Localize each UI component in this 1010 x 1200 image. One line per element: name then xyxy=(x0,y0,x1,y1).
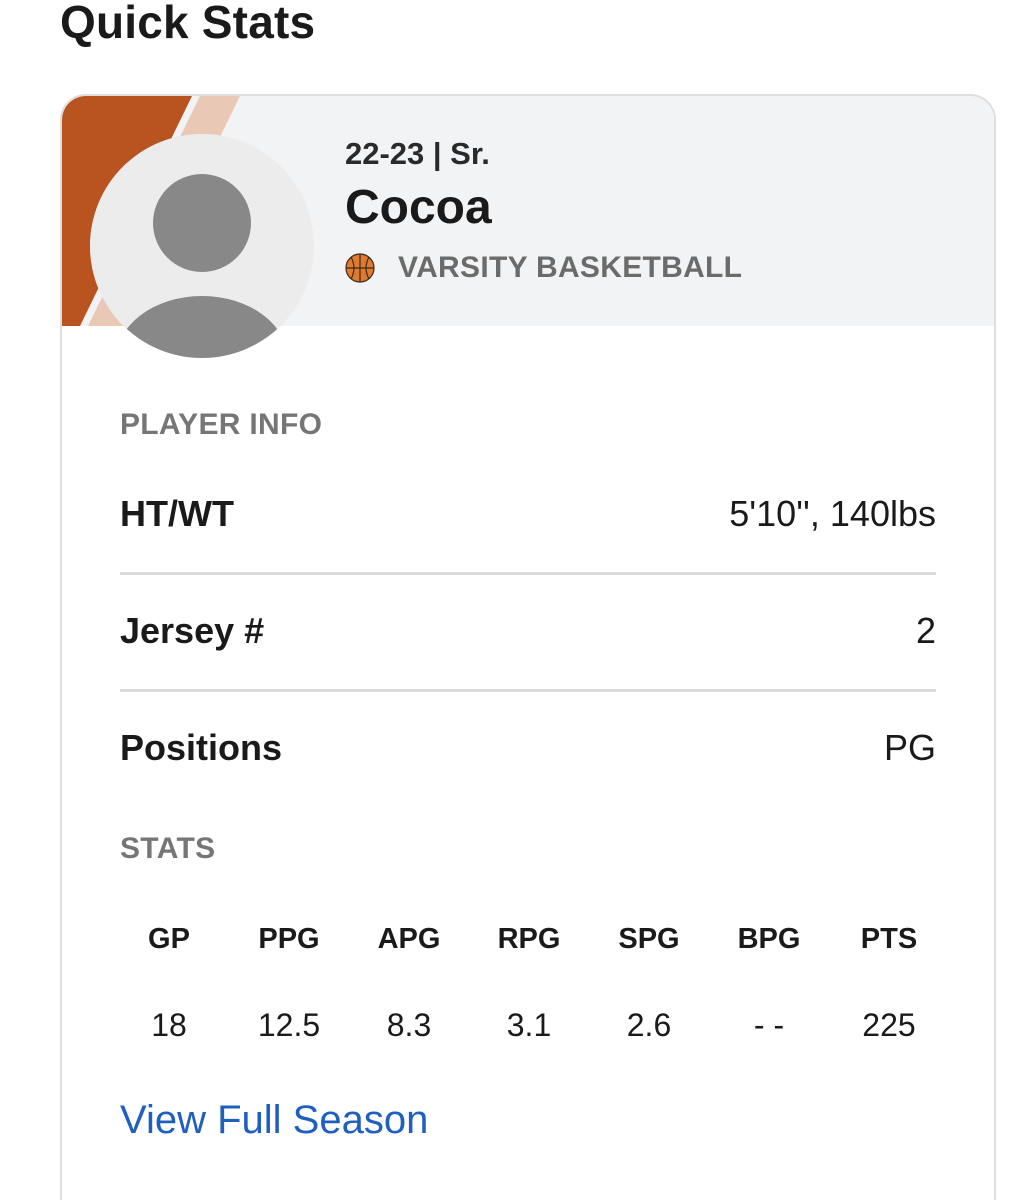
info-value: PG xyxy=(883,727,936,768)
info-key: Jersey # xyxy=(120,610,265,651)
stats-value-pts: 225 xyxy=(862,1007,916,1043)
stats-value-apg: 8.3 xyxy=(386,1007,432,1043)
info-key: HT/WT xyxy=(120,493,234,534)
stats-value-bpg: - - xyxy=(753,1007,785,1043)
player-name: Cocoa xyxy=(345,181,492,234)
quick-stats-page: Quick Stats 22-23 | Sr. Cocoa VARSITY BA… xyxy=(0,0,1010,1200)
stats-value-gp: 18 xyxy=(151,1007,187,1043)
basketball-icon xyxy=(345,253,375,283)
player-card: 22-23 | Sr. Cocoa VARSITY BASKETBALL PLA… xyxy=(60,94,996,1200)
view-full-season-link[interactable]: View Full Season xyxy=(120,1092,428,1148)
stats-heading: STATS xyxy=(120,832,216,865)
stats-values-row: 18 12.5 8.3 3.1 2.6 - - 225 xyxy=(109,982,949,1068)
info-value: 5'10'', 140lbs xyxy=(729,493,936,534)
season-class-label: 22-23 | Sr. xyxy=(345,136,490,171)
stats-header-apg: APG xyxy=(377,923,441,955)
stats-header-ppg: PPG xyxy=(258,923,320,955)
stats-value-rpg: 3.1 xyxy=(506,1007,552,1043)
stats-header-gp: GP xyxy=(148,923,190,955)
person-placeholder-icon xyxy=(90,134,314,358)
sport-label: VARSITY BASKETBALL xyxy=(398,251,743,284)
stats-header-pts: PTS xyxy=(860,923,918,955)
info-key: Positions xyxy=(120,727,283,768)
page-title: Quick Stats xyxy=(60,0,316,48)
player-info-heading: PLAYER INFO xyxy=(120,408,323,441)
stats-header-row: GP PPG APG RPG SPG BPG PTS xyxy=(109,896,949,982)
stats-header-bpg: BPG xyxy=(737,923,801,955)
avatar xyxy=(90,134,314,358)
sport-row: VARSITY BASKETBALL xyxy=(345,248,742,288)
info-value: 2 xyxy=(915,610,936,651)
stats-value-spg: 2.6 xyxy=(626,1007,672,1043)
stats-header-spg: SPG xyxy=(618,923,680,955)
stats-header-rpg: RPG xyxy=(497,923,561,955)
info-row-positions: Positions PG xyxy=(120,690,936,806)
info-row-jersey: Jersey # 2 xyxy=(120,573,936,689)
stats-table: GP PPG APG RPG SPG BPG PTS 18 12.5 8.3 3… xyxy=(109,896,949,1068)
stats-value-ppg: 12.5 xyxy=(257,1007,321,1043)
info-row-ht-wt: HT/WT 5'10'', 140lbs xyxy=(120,456,936,572)
